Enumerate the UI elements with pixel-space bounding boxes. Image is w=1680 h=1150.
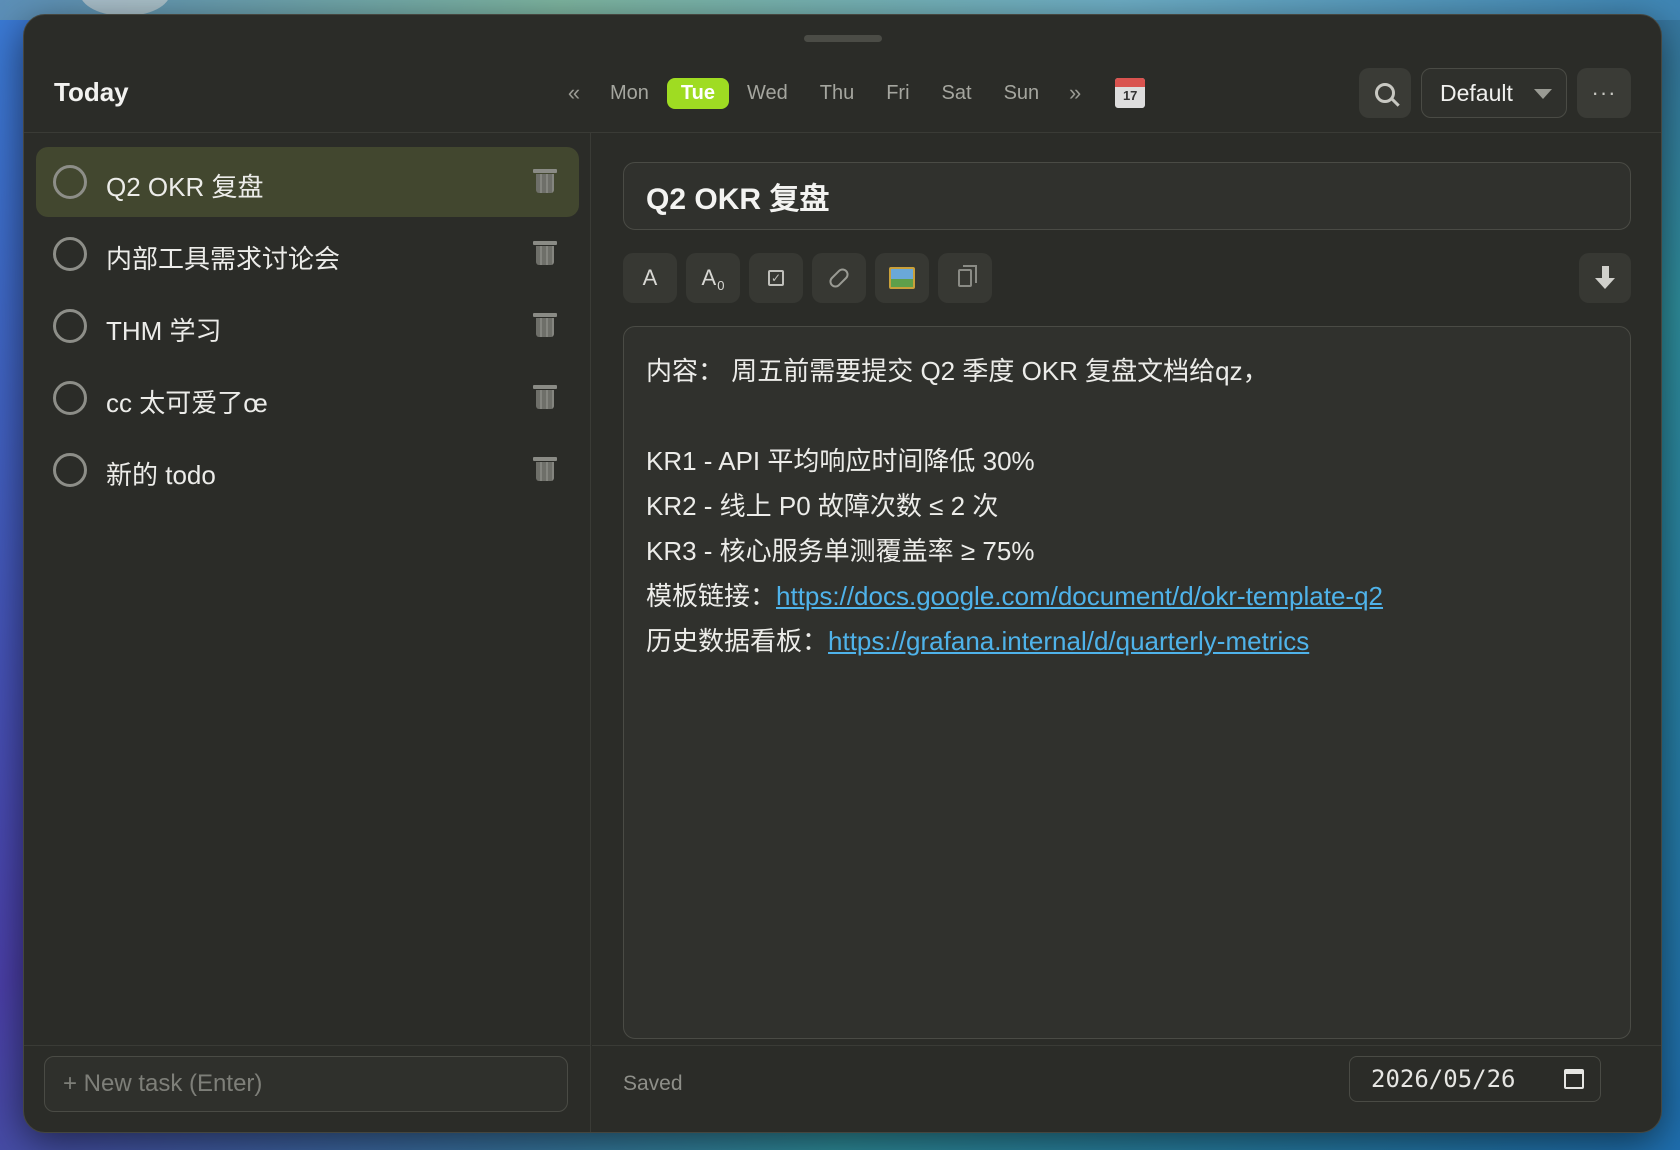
calendar-day-number: 17: [1122, 88, 1138, 103]
day-mon[interactable]: Mon: [596, 78, 663, 109]
more-options-button[interactable]: ···: [1577, 68, 1631, 118]
dashboard-link[interactable]: https://grafana.internal/d/quarterly-met…: [828, 626, 1309, 656]
due-date-input[interactable]: 2026/05/26: [1349, 1056, 1601, 1102]
task-list: Q2 OKR 复盘 内部工具需求讨论会 THM 学习 cc 太可爱了œ 新的 t: [36, 147, 579, 507]
ellipsis-icon: ···: [1591, 80, 1617, 105]
content-line: KR2 - 线上 P0 故障次数 ≤ 2 次: [646, 491, 999, 521]
page-title: Today: [54, 77, 129, 107]
link-button[interactable]: [812, 253, 866, 303]
task-label: Q2 OKR 复盘: [106, 172, 264, 202]
save-status: Saved: [623, 1072, 683, 1095]
day-sun[interactable]: Sun: [990, 78, 1054, 109]
next-week-button[interactable]: »: [1055, 80, 1095, 106]
day-fri[interactable]: Fri: [872, 78, 923, 109]
content-line: KR3 - 核心服务单测覆盖率 ≥ 75%: [646, 536, 1035, 566]
task-item[interactable]: 新的 todo: [36, 435, 579, 505]
day-sat[interactable]: Sat: [928, 78, 986, 109]
task-item[interactable]: Q2 OKR 复盘: [36, 147, 579, 217]
dashboard-label: 历史数据看板：: [646, 626, 829, 656]
trash-icon[interactable]: [533, 385, 557, 409]
task-checkbox[interactable]: [53, 381, 87, 415]
new-task-bar: [24, 1045, 591, 1132]
due-date-value: 2026/05/26: [1371, 1065, 1516, 1093]
task-item[interactable]: THM 学习: [36, 291, 579, 361]
task-checkbox[interactable]: [53, 237, 87, 271]
content-line: 内容： 周五前需要提交 Q2 季度 OKR 复盘文档给qz，: [646, 356, 1269, 386]
task-list-panel: Q2 OKR 复盘 内部工具需求讨论会 THM 学习 cc 太可爱了œ 新的 t: [24, 133, 591, 1132]
download-button[interactable]: [1579, 253, 1631, 303]
profile-dropdown-value: Default: [1440, 79, 1513, 106]
day-tue[interactable]: Tue: [666, 77, 729, 109]
app-window: Today « Mon Tue Wed Thu Fri Sat Sun » 17…: [23, 14, 1662, 1133]
editor-footer: Saved 2026/05/26: [592, 1045, 1661, 1132]
prev-week-button[interactable]: «: [554, 80, 594, 106]
format-toolbar: A A0 ✓: [623, 253, 992, 303]
checklist-button[interactable]: ✓: [749, 253, 803, 303]
font-button[interactable]: A: [623, 253, 677, 303]
font-icon: A: [642, 265, 658, 290]
image-button[interactable]: [875, 253, 929, 303]
day-wed[interactable]: Wed: [733, 78, 802, 109]
note-editor[interactable]: 内容： 周五前需要提交 Q2 季度 OKR 复盘文档给qz， KR1 - API…: [623, 326, 1631, 1039]
task-label: 新的 todo: [106, 460, 216, 490]
task-title-input[interactable]: [623, 162, 1631, 230]
task-item[interactable]: cc 太可爱了œ: [36, 363, 579, 433]
template-link[interactable]: https://docs.google.com/document/d/okr-t…: [776, 581, 1383, 611]
trash-icon[interactable]: [533, 313, 557, 337]
content-line: 模板链接：https://docs.google.com/document/d/…: [646, 574, 1608, 619]
task-label: THM 学习: [106, 316, 222, 346]
trash-icon[interactable]: [533, 241, 557, 265]
font-size-button[interactable]: A0: [686, 253, 740, 303]
content-line: KR1 - API 平均响应时间降低 30%: [646, 446, 1035, 476]
task-label: cc 太可爱了œ: [106, 388, 268, 418]
font-size-icon: A: [701, 265, 717, 290]
copy-icon: [958, 265, 977, 287]
chevron-down-icon: [1534, 89, 1552, 99]
header-bar: Today « Mon Tue Wed Thu Fri Sat Sun » 17…: [24, 15, 1661, 133]
task-item[interactable]: 内部工具需求讨论会: [36, 219, 579, 289]
calendar-picker-icon[interactable]: [1564, 1069, 1584, 1089]
calendar-icon[interactable]: 17: [1115, 78, 1146, 108]
week-selector: « Mon Tue Wed Thu Fri Sat Sun » 17: [554, 75, 1146, 111]
template-label: 模板链接：: [646, 581, 777, 611]
trash-icon[interactable]: [533, 169, 557, 193]
day-thu[interactable]: Thu: [806, 78, 868, 109]
task-label: 内部工具需求讨论会: [106, 244, 341, 274]
copy-button[interactable]: [938, 253, 992, 303]
new-task-input[interactable]: [44, 1056, 568, 1112]
content-line: 历史数据看板：https://grafana.internal/d/quarte…: [646, 619, 1608, 664]
checkbox-icon: ✓: [768, 270, 784, 286]
search-button[interactable]: [1359, 68, 1411, 118]
profile-dropdown[interactable]: Default: [1421, 68, 1567, 118]
link-icon: [826, 265, 852, 291]
task-checkbox[interactable]: [53, 309, 87, 343]
task-checkbox[interactable]: [53, 453, 87, 487]
image-icon: [889, 267, 915, 289]
search-icon: [1375, 83, 1395, 103]
task-checkbox[interactable]: [53, 165, 87, 199]
trash-icon[interactable]: [533, 457, 557, 481]
